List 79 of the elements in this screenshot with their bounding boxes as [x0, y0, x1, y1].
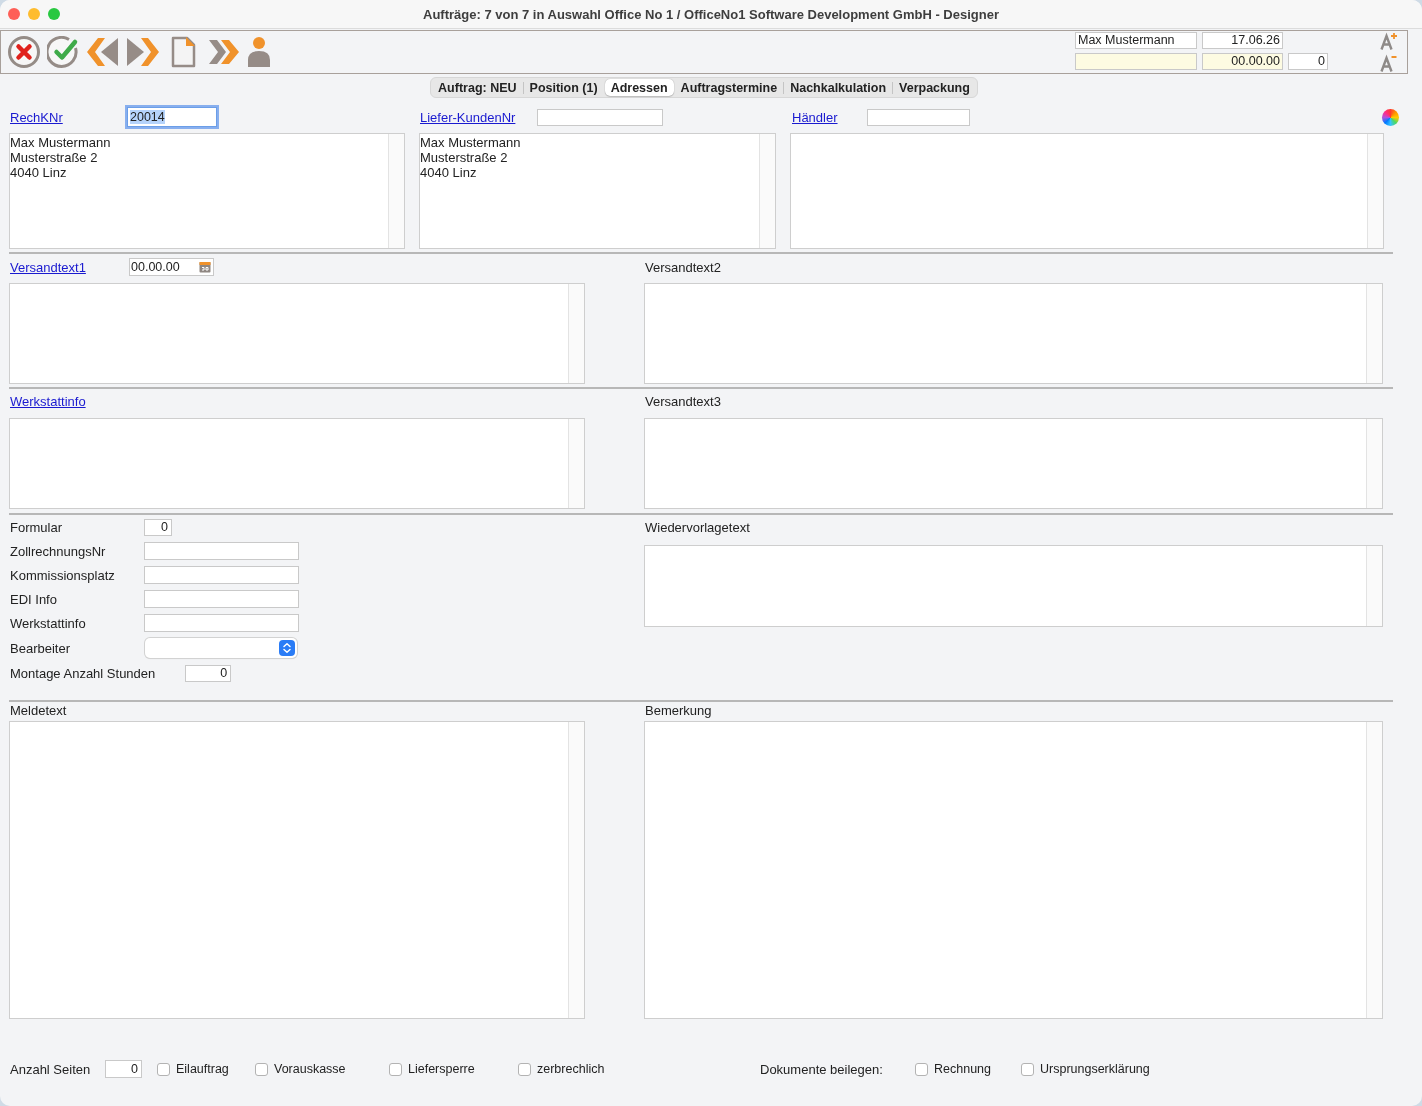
next-icon[interactable] — [126, 36, 159, 68]
field-label: Wiedervorlagetext — [645, 521, 750, 535]
address-field[interactable] — [790, 133, 1384, 249]
close-icon[interactable] — [8, 8, 20, 20]
field-link[interactable]: RechKNr — [10, 109, 63, 125]
field-label: Versandtext3 — [645, 394, 721, 409]
text-area[interactable] — [644, 418, 1383, 509]
field-label: Meldetext — [10, 704, 67, 718]
checkbox[interactable] — [915, 1062, 928, 1076]
date-field[interactable]: 17.06.26 — [1202, 32, 1283, 49]
number-field[interactable]: 0 — [185, 664, 232, 682]
tab[interactable]: Auftrag: NEU — [432, 79, 523, 96]
number-field[interactable]: 20014 — [127, 107, 217, 127]
font-size-increase-icon[interactable] — [1380, 32, 1398, 50]
text-link[interactable]: Versandtext1 — [10, 259, 86, 275]
input-field[interactable] — [144, 590, 299, 608]
field-label: Kommissionsplatz — [10, 567, 115, 583]
tab[interactable]: Adressen — [604, 79, 674, 96]
number-field[interactable] — [867, 108, 970, 126]
minimize-icon[interactable] — [28, 8, 40, 20]
maximize-icon[interactable] — [48, 8, 60, 20]
field-label: EDI Info — [10, 591, 57, 607]
number-field[interactable]: 0 — [144, 518, 172, 536]
address-field[interactable]: Max Mustermann Musterstraße 2 4040 Linz — [419, 133, 776, 249]
tab[interactable]: Auftragstermine — [674, 79, 784, 96]
text-area[interactable] — [9, 721, 585, 1019]
input-field[interactable] — [144, 614, 299, 632]
text-area[interactable] — [644, 545, 1383, 627]
checkbox-label[interactable]: Vorauskasse — [274, 1062, 346, 1076]
field-label: Werkstattinfo — [10, 615, 86, 631]
font-size-decrease-icon[interactable] — [1380, 54, 1398, 72]
input-field[interactable] — [1075, 53, 1197, 70]
checkbox[interactable] — [157, 1062, 170, 1076]
field-label: Formular — [10, 519, 62, 535]
input-field[interactable] — [144, 542, 299, 560]
date-field[interactable]: 00.00.00 — [1202, 53, 1283, 70]
text-area[interactable] — [9, 283, 585, 384]
number-field[interactable] — [537, 108, 663, 126]
checkbox-label[interactable]: Eilauftrag — [176, 1062, 229, 1076]
checkbox[interactable] — [389, 1062, 402, 1076]
checkbox[interactable] — [255, 1062, 268, 1076]
field-label: Dokumente beilegen: — [760, 1061, 883, 1077]
address-field[interactable]: Max Mustermann Musterstraße 2 4040 Linz — [9, 133, 405, 249]
field-label: Montage Anzahl Stunden — [10, 665, 156, 681]
tab[interactable]: Nachkalkulation — [784, 79, 893, 96]
field-link[interactable]: Händler — [792, 109, 838, 125]
checkbox[interactable] — [518, 1062, 531, 1076]
calendar-icon[interactable] — [199, 261, 211, 273]
number-field[interactable]: 0 — [105, 1060, 142, 1078]
field-label: ZollrechnungsNr — [10, 543, 106, 559]
count-field[interactable]: 0 — [1288, 53, 1328, 70]
tab[interactable]: Verpackung — [893, 79, 976, 96]
checkbox-label[interactable]: Rechnung — [934, 1062, 991, 1076]
document-icon[interactable] — [171, 36, 196, 68]
checkbox-label[interactable]: Ursprungserklärung — [1040, 1062, 1150, 1076]
field-label: Versandtext2 — [645, 259, 721, 275]
previous-icon[interactable] — [87, 36, 119, 68]
text-area[interactable] — [9, 418, 585, 509]
field-link[interactable]: Liefer-KundenNr — [420, 109, 516, 125]
checkbox-label[interactable]: zerbrechlich — [537, 1062, 605, 1076]
checkbox[interactable] — [1021, 1062, 1034, 1076]
input-field[interactable] — [144, 566, 299, 584]
stepper-icon[interactable] — [279, 640, 295, 656]
field-label: Bemerkung — [645, 704, 712, 718]
check-icon[interactable] — [47, 36, 80, 68]
checkbox-label[interactable]: Liefersperre — [408, 1062, 475, 1076]
field-label: Bearbeiter — [10, 640, 70, 656]
user-field[interactable]: Max Mustermann — [1075, 32, 1197, 49]
select-field[interactable] — [145, 638, 297, 658]
color-wheel-icon[interactable] — [1382, 108, 1399, 126]
cancel-icon[interactable] — [8, 36, 40, 68]
tab[interactable]: Position (1) — [523, 79, 604, 96]
field-label: Anzahl Seiten — [10, 1061, 91, 1077]
person-icon[interactable] — [247, 36, 271, 68]
text-area[interactable] — [644, 283, 1383, 384]
text-area[interactable] — [644, 721, 1383, 1019]
text-link[interactable]: Werkstattinfo — [10, 394, 86, 409]
date-field[interactable]: 00.00.00 — [129, 258, 214, 276]
window-title: Aufträge: 7 von 7 in Auswahl Office No 1 / OfficeNo1 Software Development GmbH - Designer — [423, 6, 999, 22]
